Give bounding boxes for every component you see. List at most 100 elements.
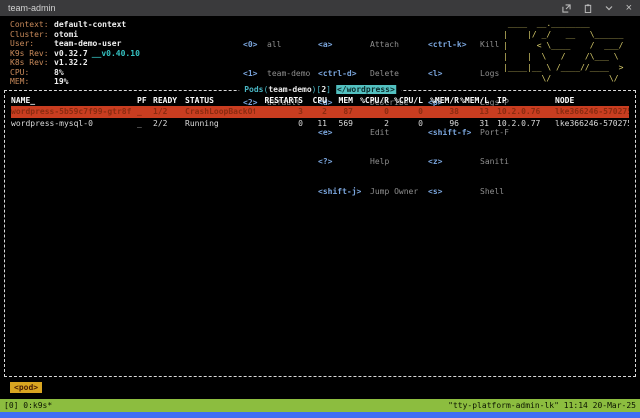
pod-pf: _ bbox=[137, 118, 153, 130]
col-header-ip[interactable]: IP bbox=[489, 95, 551, 106]
window-title: team-admin bbox=[8, 3, 562, 13]
terminal-window: team-admin × Context:default-context Clu… bbox=[0, 0, 640, 418]
info-value: 8% bbox=[54, 68, 64, 78]
info-label: Context: bbox=[10, 20, 54, 30]
pod-status: Running bbox=[185, 118, 255, 130]
col-header-pf[interactable]: PF bbox=[137, 95, 153, 106]
info-label: Cluster: bbox=[10, 30, 54, 40]
info-value: v0.32.7 bbox=[54, 49, 88, 59]
hotkey-logs: <l>Logs bbox=[428, 69, 509, 79]
hotkey-key: <a> bbox=[318, 40, 370, 50]
col-header-mem[interactable]: MEM bbox=[327, 95, 353, 106]
chevron-down-icon[interactable] bbox=[605, 5, 613, 11]
hotkey-label: Logs bbox=[480, 69, 499, 78]
pods-table: Pods(team-demo)[2]</wordpress> NAME_ PF … bbox=[4, 90, 636, 377]
info-row-k9s-rev: K9s Rev:v0.32.7 __v0.40.10 bbox=[10, 49, 140, 59]
pod-mem: 569 bbox=[327, 118, 353, 130]
hotkey-label: all bbox=[267, 40, 281, 49]
pod-mem-l: 31 bbox=[459, 118, 489, 130]
hotkey-attach: <a>Attach bbox=[318, 40, 418, 50]
pod-mem-l: 13 bbox=[459, 106, 489, 118]
info-row-cpu: CPU:8% bbox=[10, 68, 140, 78]
filter-indicator[interactable]: </wordpress> bbox=[336, 85, 396, 94]
info-value: v1.32.2 bbox=[54, 58, 88, 68]
hotkey-label: Kill bbox=[480, 40, 499, 49]
col-header-status[interactable]: STATUS bbox=[185, 95, 255, 106]
col-header-cpu-l[interactable]: %CPU/L bbox=[389, 95, 423, 106]
cluster-info-panel: Context:default-context Cluster:otomi Us… bbox=[10, 20, 140, 87]
open-in-new-icon[interactable] bbox=[562, 4, 571, 13]
col-header-restarts[interactable]: RESTARTS bbox=[255, 95, 303, 106]
pod-ip: 10.2.0.77 bbox=[489, 118, 551, 130]
info-value: otomi bbox=[54, 30, 78, 40]
col-header-ready[interactable]: READY bbox=[153, 95, 185, 106]
hotkey-all: <0>all bbox=[243, 40, 310, 50]
pod-ip: 10.2.0.76 bbox=[489, 106, 551, 118]
col-header-mem-l[interactable]: %MEM/L bbox=[459, 95, 489, 106]
bottom-edge-strip bbox=[0, 412, 640, 418]
pod-cpu-l: 0 bbox=[389, 106, 423, 118]
close-icon[interactable]: × bbox=[626, 3, 632, 13]
resource-name: Pods bbox=[244, 85, 263, 94]
namespace-name: team-demo bbox=[268, 85, 311, 94]
terminal-screen[interactable]: Context:default-context Cluster:otomi Us… bbox=[0, 16, 640, 399]
hotkey-key: <1> bbox=[243, 69, 267, 79]
pod-restarts: 3 bbox=[255, 106, 303, 118]
window-controls: × bbox=[562, 3, 632, 13]
info-row-k8s-rev: K8s Rev:v1.32.2 bbox=[10, 58, 140, 68]
pod-name: wordpress-5b59c7f99-gtr8f bbox=[11, 106, 137, 118]
tmux-status-bar: [0] 0:k9s* "tty-platform-admin-lk" 11:14… bbox=[0, 399, 640, 412]
k9s-upgrade-version: __v0.40.10 bbox=[92, 49, 140, 59]
pod-cpu-l: 0 bbox=[389, 118, 423, 130]
col-header-mem-r[interactable]: %MEM/R bbox=[423, 95, 459, 106]
pod-node: lke366246-570275 bbox=[551, 106, 629, 118]
info-row-cluster: Cluster:otomi bbox=[10, 30, 140, 40]
hotkey-key: <l> bbox=[428, 69, 480, 79]
info-label: K8s Rev: bbox=[10, 58, 54, 68]
pod-pf: _ bbox=[137, 106, 153, 118]
pod-ready: 1/2 bbox=[153, 106, 185, 118]
info-label: CPU: bbox=[10, 68, 54, 78]
pod-mem-r: 38 bbox=[423, 106, 459, 118]
hotkey-label: Delete bbox=[370, 69, 399, 78]
pod-cpu: 2 bbox=[303, 106, 327, 118]
pod-name: wordpress-mysql-0 bbox=[11, 118, 137, 130]
pod-cpu: 11 bbox=[303, 118, 327, 130]
info-value: team-demo-user bbox=[54, 39, 121, 49]
pod-mem: 87 bbox=[327, 106, 353, 118]
pod-cpu-r: 0 bbox=[353, 106, 389, 118]
hotkey-team-demo: <1>team-demo bbox=[243, 69, 310, 79]
clipboard-icon[interactable] bbox=[584, 4, 592, 13]
info-label: K9s Rev: bbox=[10, 49, 54, 59]
hotkey-label: team-demo bbox=[267, 69, 310, 78]
window-titlebar: team-admin × bbox=[0, 0, 640, 16]
table-row-wordpress[interactable]: wordpress-5b59c7f99-gtr8f _ 1/2 CrashLoo… bbox=[11, 106, 629, 118]
pod-node: lke366246-570275 bbox=[551, 118, 629, 130]
hotkey-key: <0> bbox=[243, 40, 267, 50]
info-label: MEM: bbox=[10, 77, 54, 87]
col-header-name[interactable]: NAME_ bbox=[11, 95, 137, 106]
info-value: 19% bbox=[54, 77, 68, 87]
info-row-user: User:team-demo-user bbox=[10, 39, 140, 49]
info-value: default-context bbox=[54, 20, 126, 30]
pod-ready: 2/2 bbox=[153, 118, 185, 130]
tmux-host-clock: "tty-platform-admin-lk" 11:14 20-Mar-25 bbox=[448, 401, 636, 410]
table-row-wordpress-mysql[interactable]: wordpress-mysql-0 _ 2/2 Running 0 11 569… bbox=[11, 118, 629, 130]
title-punct: ] bbox=[326, 85, 331, 94]
hotkey-kill: <ctrl-k>Kill bbox=[428, 40, 509, 50]
info-label: User: bbox=[10, 39, 54, 49]
table-header-row: NAME_ PF READY STATUS RESTARTS CPU MEM %… bbox=[11, 95, 629, 106]
title-punct: )[ bbox=[312, 85, 322, 94]
info-row-context: Context:default-context bbox=[10, 20, 140, 30]
pod-restarts: 0 bbox=[255, 118, 303, 130]
pods-table-title: Pods(team-demo)[2]</wordpress> bbox=[239, 85, 401, 94]
hotkey-key: <ctrl-d> bbox=[318, 69, 370, 79]
breadcrumb-pod: <pod> bbox=[10, 382, 42, 393]
col-header-cpu[interactable]: CPU bbox=[303, 95, 327, 106]
pod-cpu-r: 2 bbox=[353, 118, 389, 130]
col-header-cpu-r[interactable]: %CPU/R bbox=[353, 95, 389, 106]
hotkey-key: <ctrl-k> bbox=[428, 40, 480, 50]
k9s-logo: ____ __.________ | |/ _/ __ \______ | < … bbox=[503, 18, 623, 84]
col-header-node[interactable]: NODE bbox=[551, 95, 629, 106]
tmux-session-info: [0] 0:k9s* bbox=[4, 401, 52, 410]
